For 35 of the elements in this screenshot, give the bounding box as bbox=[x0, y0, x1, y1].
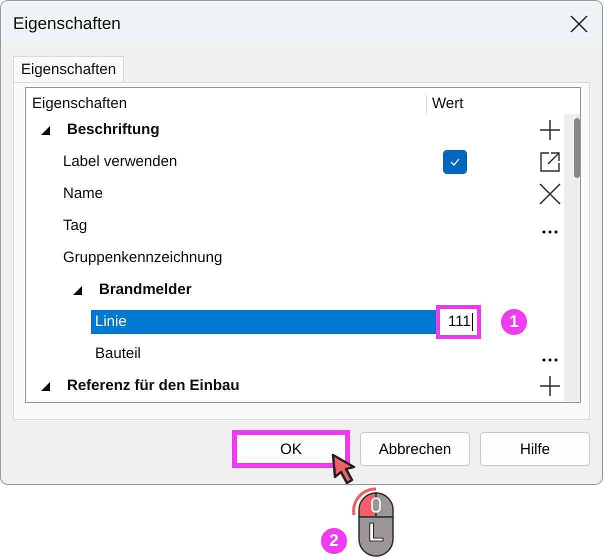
property-label[interactable]: Tag bbox=[59, 214, 436, 238]
expander-icon[interactable] bbox=[40, 125, 50, 135]
column-header: Wert bbox=[431, 95, 464, 114]
dialog-button[interactable]: Hilfe bbox=[480, 432, 590, 466]
external-link-icon[interactable] bbox=[539, 151, 561, 173]
scrollbar[interactable] bbox=[564, 114, 580, 402]
checkmark-icon bbox=[449, 156, 461, 168]
tab[interactable]: Eigenschaften bbox=[13, 56, 124, 82]
add-icon[interactable] bbox=[539, 375, 561, 397]
mouse-button-label: L bbox=[368, 517, 384, 548]
scrollbar-thumb[interactable] bbox=[574, 118, 580, 178]
column-header: Eigenschaften bbox=[26, 95, 427, 114]
expander-icon[interactable] bbox=[72, 285, 82, 295]
value-field[interactable]: 111 bbox=[436, 305, 482, 339]
add-icon[interactable] bbox=[539, 119, 561, 141]
close-icon[interactable] bbox=[570, 14, 588, 32]
clear-icon[interactable] bbox=[539, 183, 561, 205]
group-label[interactable]: Brandmelder bbox=[95, 278, 436, 302]
window-title: Eigenschaften bbox=[13, 14, 121, 34]
property-label[interactable]: Bauteil bbox=[91, 342, 436, 366]
more-icon[interactable] bbox=[541, 358, 559, 362]
property-label[interactable]: Name bbox=[59, 182, 436, 206]
group-label[interactable]: Beschriftung bbox=[63, 118, 436, 142]
step-badge: 1 bbox=[501, 309, 527, 335]
dialog-button[interactable]: OK bbox=[232, 430, 350, 468]
more-icon[interactable] bbox=[541, 230, 559, 234]
cursor-icon bbox=[330, 452, 358, 484]
checkbox[interactable] bbox=[443, 150, 467, 174]
dialog-button[interactable]: Abbrechen bbox=[360, 432, 470, 466]
step-badge: 2 bbox=[321, 528, 347, 554]
property-label[interactable]: Label verwenden bbox=[59, 150, 436, 174]
property-label[interactable]: Linie bbox=[91, 310, 436, 334]
group-label[interactable]: Referenz für den Einbau bbox=[63, 374, 436, 398]
expander-icon[interactable] bbox=[40, 381, 50, 391]
property-label[interactable]: Gruppenkennzeichnung bbox=[59, 246, 436, 270]
